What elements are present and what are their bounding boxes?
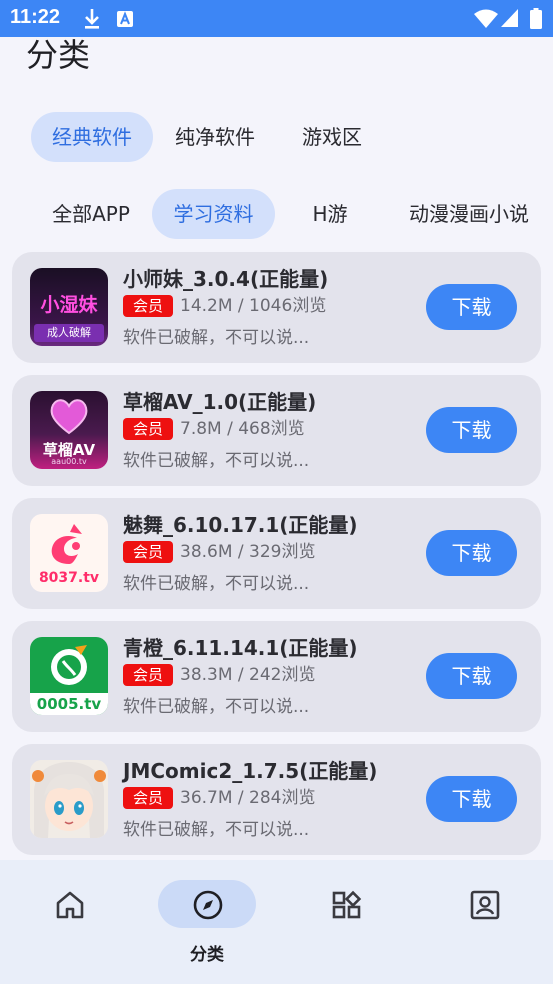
app-icon: 草榴AV aau00.tv: [30, 391, 108, 469]
app-size-views: 14.2M / 1046浏览: [180, 296, 327, 316]
app-notification-icon: [117, 11, 133, 27]
battery-icon: [530, 8, 542, 29]
app-name: 魅舞_6.10.17.1(正能量): [123, 513, 358, 537]
nav-apps[interactable]: [277, 860, 415, 984]
app-card[interactable]: 8037.tv 魅舞_6.10.17.1(正能量) 会员 38.6M / 329…: [12, 498, 541, 609]
apps-grid-icon: [332, 890, 362, 919]
app-card[interactable]: JMComic2_1.7.5(正能量) 会员 36.7M / 284浏览 软件已…: [12, 744, 541, 855]
download-button[interactable]: 下载: [426, 530, 517, 576]
vip-badge: 会员: [123, 787, 174, 809]
compass-icon: [193, 890, 223, 920]
subtab-h-games[interactable]: H游: [290, 189, 370, 239]
app-icon: 小湿妹 成人破解: [30, 268, 108, 346]
app-name: JMComic2_1.7.5(正能量): [123, 759, 378, 783]
home-icon: [56, 891, 84, 919]
category-tabs: 经典软件 纯净软件 游戏区: [0, 112, 553, 162]
app-icon: 8037.tv: [30, 514, 108, 592]
sub-category-tabs: 全部APP 学习资料 H游 动漫漫画小说: [0, 189, 553, 239]
app-card[interactable]: 0005.tv 青橙_6.11.14.1(正能量) 会员 38.3M / 242…: [12, 621, 541, 732]
nav-category-label: 分类: [190, 945, 224, 965]
app-size-views: 36.7M / 284浏览: [180, 788, 316, 808]
app-description: 软件已破解，不可以说...: [123, 820, 310, 840]
page-title: 分类: [26, 36, 91, 74]
app-icon: 0005.tv: [30, 637, 108, 715]
anime-girl-icon: [30, 760, 108, 838]
app-icon-title: 8037.tv: [38, 570, 100, 586]
app-description: 软件已破解，不可以说...: [123, 451, 310, 471]
subtab-study-material[interactable]: 学习资料: [152, 189, 275, 239]
status-time: 11:22: [10, 6, 61, 28]
vip-badge: 会员: [123, 664, 174, 686]
app-icon-subtitle: aau00.tv: [51, 457, 87, 466]
app-name: 小师妹_3.0.4(正能量): [123, 267, 329, 291]
vip-badge: 会员: [123, 418, 174, 440]
profile-card-icon: [470, 890, 500, 920]
nav-profile-icon-wrap: [435, 880, 533, 928]
app-size-views: 7.8M / 468浏览: [180, 419, 305, 439]
tab-pure-software[interactable]: 纯净软件: [160, 112, 270, 162]
download-button[interactable]: 下载: [426, 653, 517, 699]
app-size-views: 38.6M / 329浏览: [180, 542, 316, 562]
nav-home[interactable]: [0, 860, 138, 984]
download-button[interactable]: 下载: [426, 284, 517, 330]
vip-badge: 会员: [123, 541, 174, 563]
app-icon-title: 0005.tv: [30, 693, 108, 715]
wifi-icon: [474, 9, 498, 28]
app-card[interactable]: 小湿妹 成人破解 小师妹_3.0.4(正能量) 会员 14.2M / 1046浏…: [12, 252, 541, 363]
app-icon-subtitle: 成人破解: [34, 324, 104, 342]
bottom-navigation: 分类: [0, 860, 553, 984]
app-card[interactable]: 草榴AV aau00.tv 草榴AV_1.0(正能量) 会员 7.8M / 46…: [12, 375, 541, 486]
dancer-icon: [51, 524, 82, 564]
subtab-all-apps[interactable]: 全部APP: [36, 189, 146, 239]
subtab-anime-comics-novels[interactable]: 动漫漫画小说: [393, 189, 545, 239]
nav-category[interactable]: 分类: [138, 860, 276, 984]
download-button[interactable]: 下载: [426, 407, 517, 453]
app-size-views: 38.3M / 242浏览: [180, 665, 316, 685]
tab-classic-software[interactable]: 经典软件: [31, 112, 153, 162]
app-description: 软件已破解，不可以说...: [123, 697, 310, 717]
vip-badge: 会员: [123, 295, 174, 317]
app-name: 青橙_6.11.14.1(正能量): [123, 636, 358, 660]
app-description: 软件已破解，不可以说...: [123, 328, 310, 348]
heart-icon: [50, 399, 88, 435]
nav-apps-icon-wrap: [297, 880, 395, 928]
tab-game-zone[interactable]: 游戏区: [282, 112, 382, 162]
nav-category-icon-wrap: [158, 880, 256, 928]
download-button[interactable]: 下载: [426, 776, 517, 822]
nav-profile[interactable]: [415, 860, 553, 984]
orange-logo-icon: [51, 645, 87, 685]
app-icon: [30, 760, 108, 838]
nav-home-icon-wrap: [20, 880, 118, 928]
signal-icon: [501, 9, 518, 27]
app-icon-title: 小湿妹: [40, 294, 98, 316]
download-icon: [85, 9, 99, 29]
app-description: 软件已破解，不可以说...: [123, 574, 310, 594]
app-name: 草榴AV_1.0(正能量): [123, 390, 317, 414]
